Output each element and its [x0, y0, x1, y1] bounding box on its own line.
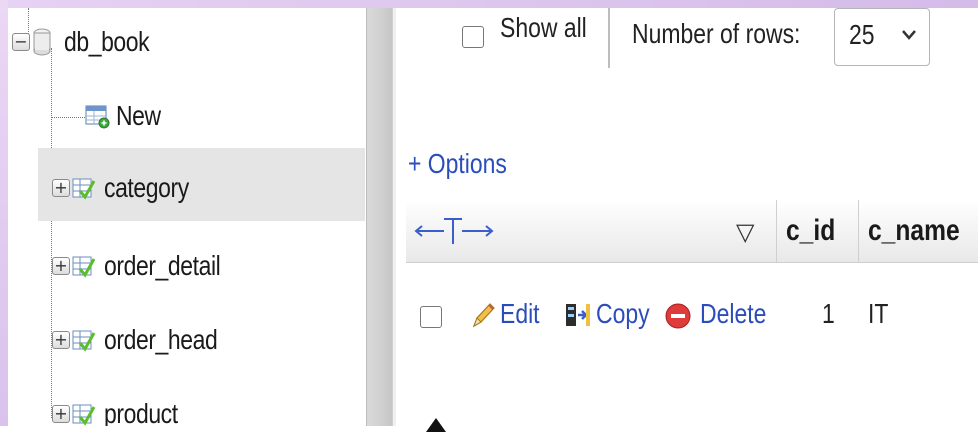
delete-icon[interactable]	[664, 302, 692, 330]
table-name: order_detail	[104, 250, 221, 281]
expand-icon[interactable]: +	[52, 257, 70, 275]
header-separator	[776, 200, 777, 262]
tree-node-table[interactable]: + order_head	[52, 320, 242, 360]
tree-line	[51, 48, 52, 418]
column-resize-arrows-icon[interactable]	[414, 216, 498, 246]
show-all-checkbox[interactable]	[462, 26, 484, 48]
header-separator	[858, 200, 859, 262]
rows-select-value: 25	[849, 19, 875, 50]
tree-node-database[interactable]: − db_book	[12, 22, 168, 62]
table-name: product	[104, 398, 178, 426]
delete-link[interactable]: Delete	[700, 298, 766, 330]
arrow-up-icon	[426, 418, 446, 432]
tree-node-table[interactable]: + category	[52, 168, 207, 208]
window-frame-left	[0, 0, 8, 426]
copy-icon[interactable]	[564, 300, 592, 330]
edit-link[interactable]: Edit	[500, 298, 540, 330]
column-header-c-id[interactable]: c_id	[786, 214, 835, 248]
options-link[interactable]: + Options	[408, 148, 507, 180]
pencil-icon[interactable]	[470, 300, 496, 330]
navigation-panel: − db_book New + category + order_detail …	[8, 8, 366, 426]
rows-label: Number of rows:	[632, 18, 801, 49]
table-name: category	[104, 172, 189, 203]
table-icon	[72, 256, 96, 278]
table-icon	[72, 178, 96, 200]
expand-icon[interactable]: +	[52, 179, 70, 197]
results-panel: Show all Number of rows: 25 + Options ▽ …	[396, 8, 978, 432]
tree-node-new[interactable]: New	[84, 96, 171, 136]
cell-c-name: IT	[868, 298, 889, 329]
new-label: New	[116, 100, 161, 131]
collapse-icon[interactable]: −	[12, 33, 30, 51]
tree-node-table[interactable]: + product	[52, 394, 194, 426]
sort-icon[interactable]: ▽	[736, 218, 754, 247]
show-all-label: Show all	[500, 12, 587, 43]
rows-select[interactable]: 25	[834, 8, 930, 66]
table-icon	[72, 404, 96, 426]
database-icon	[33, 28, 51, 56]
tree-line	[51, 117, 87, 118]
row-select-checkbox[interactable]	[420, 306, 442, 328]
panel-splitter[interactable]	[366, 8, 393, 426]
expand-icon[interactable]: +	[52, 405, 70, 423]
tree-node-table[interactable]: + order_detail	[52, 246, 246, 286]
window-frame-top	[0, 0, 978, 8]
table-name: order_head	[104, 324, 218, 355]
cell-c-id: 1	[822, 298, 835, 329]
toolbar-separator	[608, 8, 610, 68]
table-icon	[72, 330, 96, 352]
column-header-c-name[interactable]: c_name	[868, 214, 960, 248]
copy-link[interactable]: Copy	[596, 298, 650, 330]
database-name: db_book	[64, 26, 150, 57]
chevron-down-icon	[902, 30, 916, 40]
expand-icon[interactable]: +	[52, 331, 70, 349]
new-table-icon	[85, 105, 110, 129]
